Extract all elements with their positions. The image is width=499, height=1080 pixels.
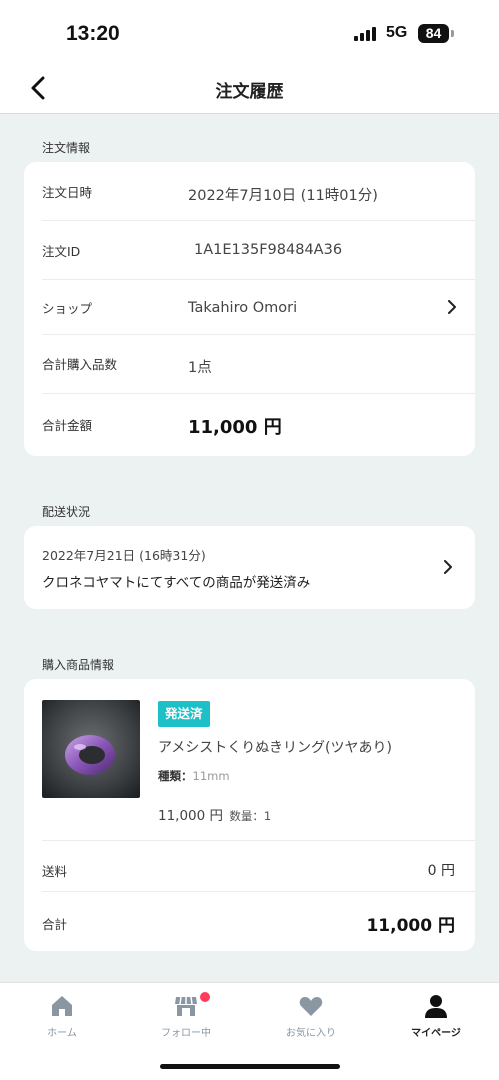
shipping-fee-row: 送料 0 円 (24, 841, 475, 891)
chevron-right-icon (444, 560, 452, 574)
chevron-right-icon (448, 300, 456, 314)
order-id-row: 注文ID 1A1E135F98484A36 (24, 221, 475, 279)
home-icon (52, 996, 72, 1016)
shipping-status-label: 配送状況 (42, 505, 91, 519)
product-price: 11,000 円 数量：1 (158, 804, 271, 824)
total-amount-label: 合計金額 (42, 418, 93, 433)
tab-favorites[interactable]: お気に入り (249, 983, 373, 1043)
order-info-card: 注文日時 2022年7月10日 (11時01分) 注文ID 1A1E135F98… (24, 162, 475, 456)
tab-mypage[interactable]: マイページ (374, 983, 498, 1043)
home-indicator (160, 1064, 340, 1069)
product-name[interactable]: アメシストくりぬきリング(ツヤあり) (158, 737, 392, 757)
shop-value: Takahiro Omori (188, 300, 298, 316)
tab-label: ホーム (47, 1028, 77, 1039)
status-bar: 13:20 5G 84 (0, 0, 499, 62)
heart-icon (299, 997, 323, 1016)
ring-photo (42, 700, 140, 798)
variant-value: 11mm (192, 769, 230, 783)
total-amount-row: 合計金額 11,000 円 (24, 394, 475, 456)
network-type: 5G (386, 24, 408, 41)
order-date-row: 注文日時 2022年7月10日 (11時01分) (24, 162, 475, 220)
product-variant: 種類：11mm (158, 768, 230, 784)
person-icon (425, 995, 447, 1018)
quantity: 数量：1 (229, 809, 272, 823)
shipping-status-text: クロネコヤマトにてすべての商品が発送済み (42, 575, 311, 591)
purchase-info-label: 購入商品情報 (42, 658, 115, 672)
price-value: 11,000 円 (158, 808, 224, 824)
shop-icon (175, 996, 197, 1016)
tab-label: フォロー中 (161, 1028, 211, 1039)
signal-icon (354, 27, 380, 41)
order-date-value: 2022年7月10日 (11時01分) (188, 188, 378, 204)
battery-icon: 84 (418, 24, 449, 43)
item-count-row: 合計購入品数 1点 (24, 335, 475, 393)
order-date-label: 注文日時 (42, 185, 93, 200)
notification-dot (200, 992, 210, 1002)
item-count-value: 1点 (188, 360, 212, 376)
tab-following[interactable]: フォロー中 (124, 983, 248, 1043)
tab-label: マイページ (411, 1028, 461, 1039)
nav-bar: 注文履歴 (0, 62, 499, 114)
shipping-fee-label: 送料 (42, 864, 68, 879)
tab-label: お気に入り (286, 1028, 336, 1039)
order-id-value: 1A1E135F98484A36 (194, 242, 343, 258)
shipped-badge: 発送済 (158, 701, 210, 727)
order-info-label: 注文情報 (42, 141, 91, 155)
variant-label: 種類： (158, 769, 193, 783)
tab-home[interactable]: ホーム (0, 983, 124, 1043)
shop-label: ショップ (42, 301, 93, 316)
grand-total-value: 11,000 円 (366, 916, 455, 936)
shipping-status-card[interactable]: 2022年7月21日 (16時31分) クロネコヤマトにてすべての商品が発送済み (24, 526, 475, 609)
shipping-fee-value: 0 円 (427, 863, 455, 879)
battery-tip (451, 30, 454, 37)
grand-total-label: 合計 (42, 917, 68, 932)
shipping-date: 2022年7月21日 (16時31分) (42, 548, 206, 563)
shop-row[interactable]: ショップ Takahiro Omori (24, 280, 475, 334)
item-count-label: 合計購入品数 (42, 357, 118, 372)
product-image[interactable] (42, 700, 140, 798)
total-amount-value: 11,000 円 (188, 417, 282, 438)
grand-total-row: 合計 11,000 円 (24, 892, 475, 951)
purchase-info-card: 発送済 アメシストくりぬきリング(ツヤあり) 種類：11mm 11,000 円 … (24, 679, 475, 951)
page-title: 注文履歴 (215, 82, 284, 102)
status-time: 13:20 (66, 22, 120, 45)
order-id-label: 注文ID (42, 244, 81, 259)
